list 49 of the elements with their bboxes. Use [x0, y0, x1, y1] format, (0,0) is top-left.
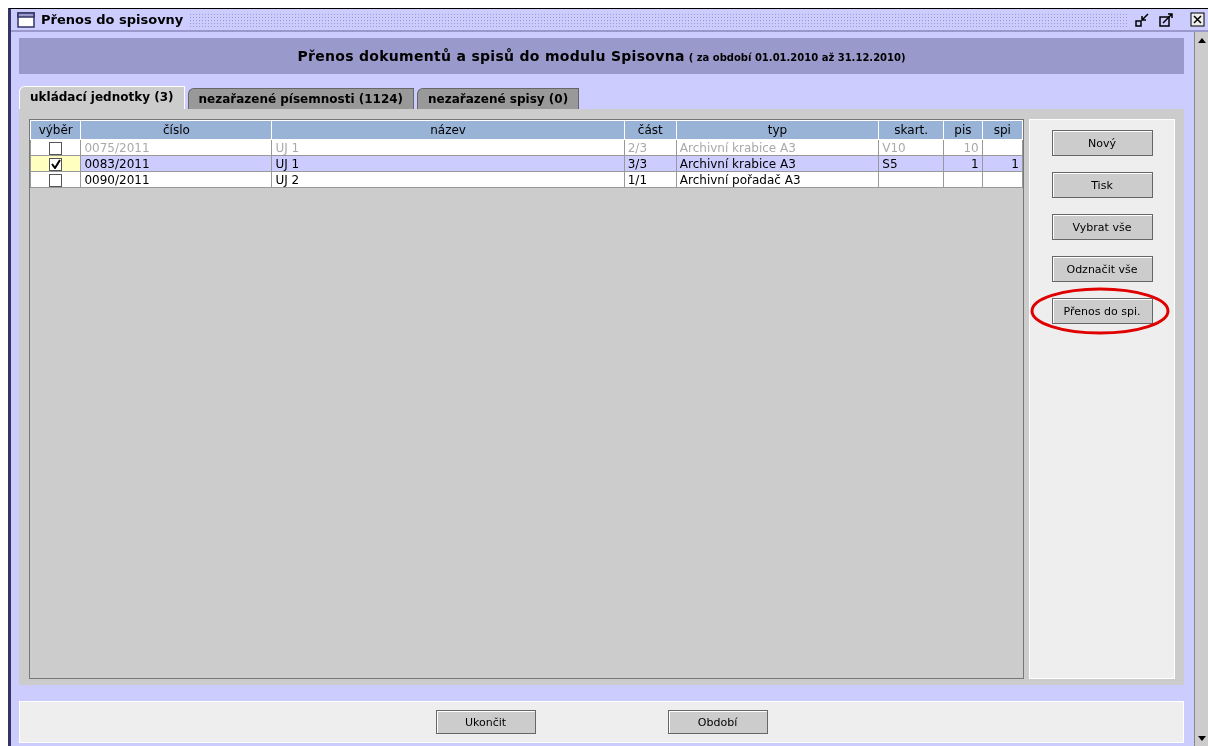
action-button[interactable]: Přenos do spi.	[1051, 298, 1153, 324]
table-cell: 0075/2011	[84, 140, 150, 155]
table-cell: 0090/2011	[84, 172, 150, 187]
maximize-icon[interactable]	[1158, 11, 1176, 28]
close-icon[interactable]	[1190, 11, 1206, 28]
scroll-down-icon[interactable]	[1196, 735, 1207, 743]
scroll-up-icon[interactable]	[1196, 36, 1207, 44]
table-cell: 1	[1011, 156, 1019, 171]
header-title: Přenos dokumentů a spisů do modulu Spisovna	[297, 48, 685, 64]
tab[interactable]: nezařazené spisy (0)	[417, 88, 580, 109]
table-cell: S5	[882, 156, 898, 171]
column-header[interactable]: název	[271, 120, 625, 140]
footer-button[interactable]: Období	[667, 710, 768, 734]
window-icon	[17, 11, 35, 28]
table-cell: 3/3	[627, 156, 647, 171]
table-cell: 2/3	[627, 140, 647, 155]
action-button[interactable]: Tisk	[1051, 172, 1153, 198]
footer-button[interactable]: Ukončit	[435, 710, 536, 734]
table-cell: V10	[882, 140, 906, 155]
column-header[interactable]: pis	[943, 120, 983, 140]
table-row[interactable]: 0083/2011 UJ 1 3/3 Archivní krabice A3 S5 1 1	[30, 155, 1023, 172]
tab[interactable]: ukládací jednotky (3)	[19, 86, 185, 109]
table-cell: Archivní krabice A3	[679, 140, 796, 155]
table-cell: 0083/2011	[84, 156, 150, 171]
table-cell: 10	[963, 140, 979, 155]
table-cell: Archivní pořadač A3	[679, 172, 801, 187]
action-button[interactable]: Vybrat vše	[1051, 214, 1153, 240]
scrollbar[interactable]	[1194, 32, 1208, 746]
column-header[interactable]: skart.	[878, 120, 944, 140]
column-header[interactable]: číslo	[80, 120, 272, 140]
column-header[interactable]: výběr	[30, 120, 81, 140]
tab[interactable]: nezařazené písemnosti (1124)	[187, 88, 415, 109]
column-header[interactable]: část	[624, 120, 677, 140]
table-cell: 1/1	[627, 172, 647, 187]
table-cell: UJ 1	[275, 156, 300, 171]
action-button[interactable]: Odznačit vše	[1051, 256, 1153, 282]
checkbox[interactable]	[49, 157, 63, 171]
table-cell: 1	[971, 156, 979, 171]
checkbox[interactable]	[49, 173, 63, 187]
column-header[interactable]: spi	[982, 120, 1023, 140]
column-header[interactable]: typ	[676, 120, 879, 140]
action-button[interactable]: Nový	[1051, 130, 1153, 156]
table-cell: Archivní krabice A3	[679, 156, 796, 171]
header-period: ( za období 01.01.2010 až 31.12.2010)	[688, 52, 906, 63]
table-cell: UJ 2	[275, 172, 300, 187]
window-title: Přenos do spisovny	[41, 12, 184, 27]
table-row[interactable]: 0090/2011 UJ 2 1/1 Archivní pořadač A3	[30, 171, 1023, 188]
table-cell: UJ 1	[275, 140, 300, 155]
minimize-icon[interactable]	[1134, 11, 1152, 28]
